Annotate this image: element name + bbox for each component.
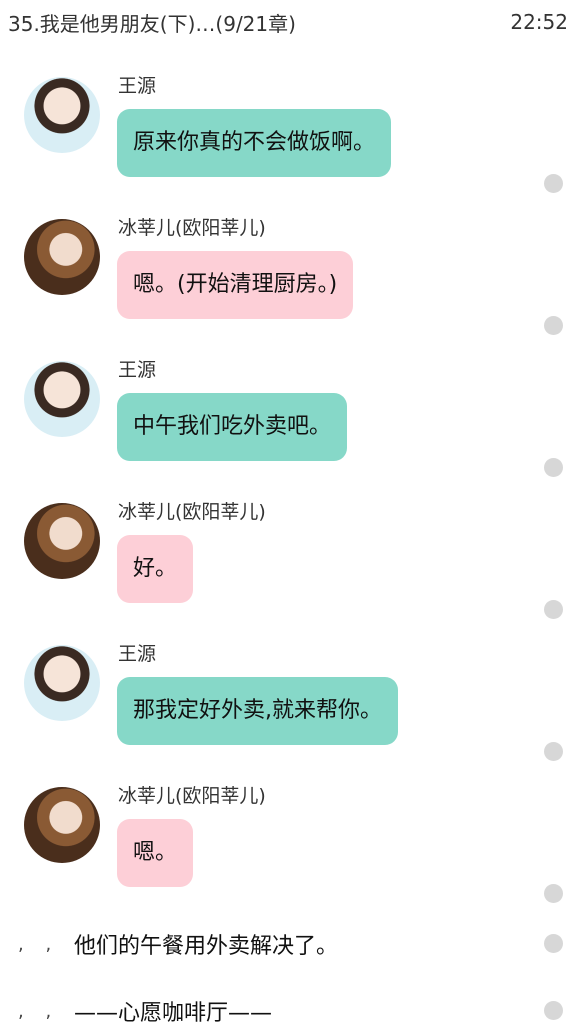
chat-message: 王源 原来你真的不会做饭啊。: [0, 75, 576, 219]
clock: 22:52: [510, 10, 568, 34]
sender-name: 王源: [118, 75, 157, 97]
avatar-wangyuan[interactable]: [24, 77, 100, 153]
chat-message: 冰莘儿(欧阳莘儿) 嗯。(开始清理厨房。): [0, 217, 576, 361]
message-dot-button[interactable]: [544, 884, 563, 903]
message-bubble: 原来你真的不会做饭啊。: [117, 109, 392, 177]
sender-name: 冰莘儿(欧阳莘儿): [118, 501, 266, 523]
sender-name: 冰莘儿(欧阳莘儿): [118, 217, 266, 239]
message-bubble: 嗯。: [117, 819, 194, 887]
avatar-wangyuan[interactable]: [24, 361, 100, 437]
narration-line: , , 他们的午餐用外卖解决了。: [0, 928, 576, 968]
message-bubble: 那我定好外卖,就来帮你。: [117, 677, 398, 745]
sender-name: 王源: [118, 359, 157, 381]
message-bubble: 嗯。(开始清理厨房。): [117, 251, 354, 319]
narration-text: 他们的午餐用外卖解决了。: [74, 934, 339, 959]
avatar-bingxiner[interactable]: [24, 503, 100, 579]
sender-name: 王源: [118, 643, 157, 665]
message-bubble: 好。: [117, 535, 194, 603]
avatar-bingxiner[interactable]: [24, 787, 100, 863]
narration-line: , , ——心愿咖啡厅——: [0, 995, 576, 1035]
message-bubble: 中午我们吃外卖吧。: [117, 393, 348, 461]
chat-message: 王源 中午我们吃外卖吧。: [0, 359, 576, 503]
sender-name: 冰莘儿(欧阳莘儿): [118, 785, 266, 807]
status-bar: 35.我是他男朋友(下)…(9/21章) 22:52: [0, 0, 576, 40]
message-dot-button[interactable]: [544, 458, 563, 477]
narration-marks: , ,: [18, 934, 60, 955]
message-dot-button[interactable]: [544, 1001, 563, 1020]
message-dot-button[interactable]: [544, 742, 563, 761]
avatar-wangyuan[interactable]: [24, 645, 100, 721]
chapter-title: 35.我是他男朋友(下)…(9/21章): [8, 12, 296, 36]
avatar-bingxiner[interactable]: [24, 219, 100, 295]
chat-message: 王源 那我定好外卖,就来帮你。: [0, 643, 576, 787]
message-dot-button[interactable]: [544, 316, 563, 335]
message-dot-button[interactable]: [544, 934, 563, 953]
chat-message: 冰莘儿(欧阳莘儿) 好。: [0, 501, 576, 645]
chat-message: 冰莘儿(欧阳莘儿) 嗯。: [0, 785, 576, 929]
narration-text: ——心愿咖啡厅——: [74, 1001, 273, 1026]
message-dot-button[interactable]: [544, 600, 563, 619]
narration-marks: , ,: [18, 1001, 60, 1022]
message-dot-button[interactable]: [544, 174, 563, 193]
